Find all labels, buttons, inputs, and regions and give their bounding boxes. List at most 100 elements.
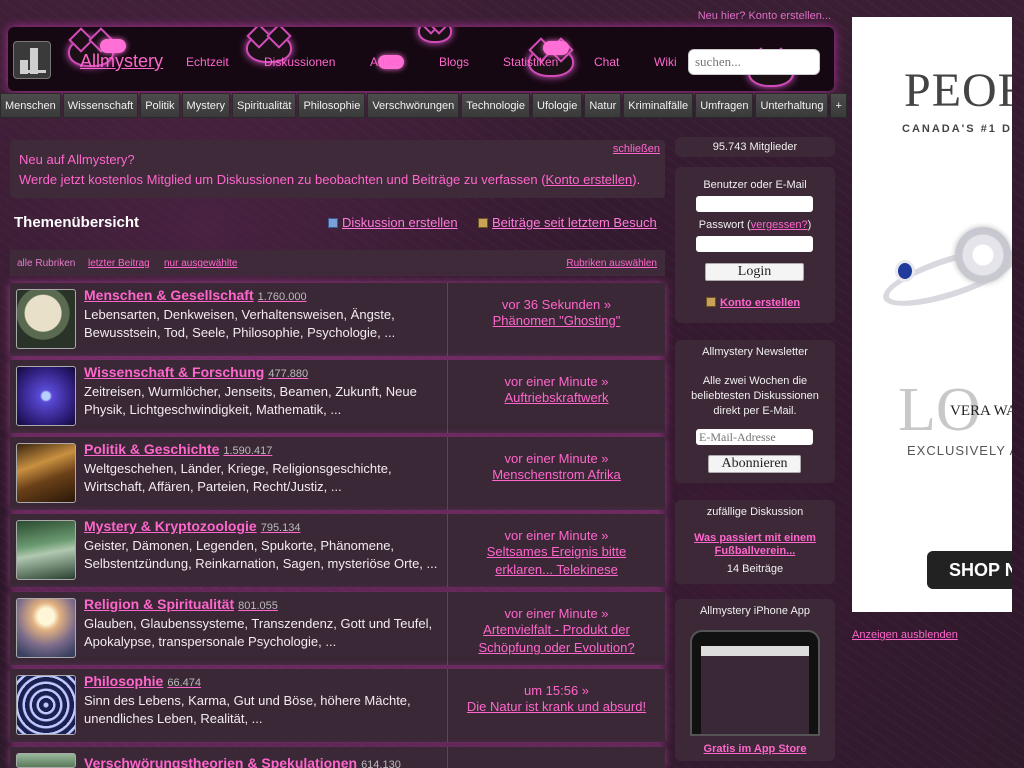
category-technologie[interactable]: Technologie [461,93,530,118]
rubric-thumbnail[interactable] [16,289,76,349]
newsletter-email-field[interactable] [696,429,813,445]
rubric-row: Menschen & Gesellschaft 1.760.000 Lebensa… [10,283,665,356]
iphone-image[interactable] [690,630,820,736]
posts-icon [478,218,488,228]
last-post-link[interactable]: Auftriebskraftwerk [448,389,665,407]
select-rubrics-link[interactable]: Rubriken auswählen [566,258,657,269]
last-post: vor 36 Sekunden » Phänomen "Ghosting" [448,283,665,356]
member-count: 95.743 Mitglieder [712,141,798,153]
kitty-decoration-icon [418,27,452,43]
sapphire-stone [898,263,912,279]
hide-ads-link[interactable]: Anzeigen ausblenden [852,629,958,641]
logo-icon[interactable] [13,41,51,79]
category-kriminalfaelle[interactable]: Kriminalfälle [623,93,694,118]
category-mystery[interactable]: Mystery [181,93,231,118]
rubric-description: Zeitreisen, Wurmlöcher, Jenseits, Beamen… [84,384,417,417]
nav-blogs[interactable]: Blogs [439,55,469,69]
rubric-description: Glauben, Glaubenssysteme, Transzendenz, … [84,616,433,649]
category-bar: Menschen Wissenschaft Politik Mystery Sp… [0,93,847,118]
rubric-thumbnail[interactable] [16,675,76,735]
nav-statistiken[interactable]: Statistiken [503,55,558,69]
category-more-button[interactable]: + [830,93,847,118]
rubric-row: Mystery & Kryptozoologie 795.134 Geister,… [10,514,665,587]
username-field[interactable] [696,196,813,212]
page-title: Themenübersicht [14,214,140,231]
category-ufologie[interactable]: Ufologie [532,93,583,118]
newsletter-text: Alle zwei Wochen die beliebtesten Diskus… [691,375,819,417]
rubric-thumbnail[interactable] [16,753,76,768]
app-store-link[interactable]: Gratis im App Store [675,743,835,755]
filter-only-selected[interactable]: nur ausgewählte [164,258,237,269]
last-post-link[interactable]: Die Natur ist krank und absurd! [448,698,665,716]
site-header: Allmystery Echtzeit Diskussionen Artikel… [8,27,834,91]
category-verschwoerungen[interactable]: Verschwörungen [367,93,460,118]
bow-decoration-icon [543,41,569,55]
last-post-link[interactable]: Artenvielfalt - Produkt der Schöpfung od… [448,621,665,657]
last-post-link[interactable]: Seltsames Ereignis bitte erklaren... Tel… [448,543,665,579]
rubric-thumbnail[interactable] [16,598,76,658]
filter-bar: alle Rubriken letzter Beitrag nur ausgew… [10,250,665,276]
ad-exclusive: EXCLUSIVELY A [907,443,1012,458]
rubric-title[interactable]: Menschen & Gesellschaft 1.760.000 [84,287,307,303]
search-input[interactable] [688,49,820,75]
rubric-title[interactable]: Wissenschaft & Forschung 477.880 [84,364,308,380]
rubric-description: Weltgeschehen, Länder, Kriege, Religions… [84,461,392,494]
notice-text: Werde jetzt kostenlos Mitglied um Diskus… [19,172,641,187]
category-spiritualitaet[interactable]: Spiritualität [232,93,297,118]
newsletter-box: Allmystery Newsletter Alle zwei Wochen d… [675,340,835,483]
advertisement[interactable]: PEOF CANADA'S #1 DIA LO VERA WA EXCLUSIV… [852,17,1012,612]
nav-echtzeit[interactable]: Echtzeit [186,55,229,69]
rubric-row: Religion & Spiritualität 801.055 Glauben,… [10,592,665,665]
category-menschen[interactable]: Menschen [0,93,61,118]
random-discussion-link[interactable]: Was passiert mit einem Fußballverein... [675,532,835,558]
nav-artikel[interactable]: Artikel [370,55,403,69]
last-post: vor einer Minute » Menschenstrom Afrika [448,437,665,510]
password-label: Passwort (vergessen?) [698,219,812,231]
username-label: Benutzer oder E-Mail [703,179,807,191]
last-post: vor einer Minute » Auftriebskraftwerk [448,360,665,433]
category-philosophie[interactable]: Philosophie [298,93,366,118]
member-count-box: 95.743 Mitglieder [675,137,835,157]
last-post-time: vor einer Minute » [504,374,609,389]
posts-since-last-visit-link[interactable]: Beiträge seit letztem Besuch [478,215,657,230]
rubric-title[interactable]: Verschwörungstheorien & Spekulationen 614… [84,755,401,768]
password-field[interactable] [696,236,813,252]
category-natur[interactable]: Natur [584,93,622,118]
account-icon [706,297,716,307]
nav-chat[interactable]: Chat [594,55,619,69]
category-wissenschaft[interactable]: Wissenschaft [62,93,139,118]
category-unterhaltung[interactable]: Unterhaltung [755,93,829,118]
site-logo[interactable]: Allmystery [80,51,163,72]
subscribe-button[interactable]: Abonnieren [708,455,801,473]
create-account-sidebar-link[interactable]: Konto erstellen [706,297,800,309]
forgot-password-link[interactable]: vergessen? [751,219,808,231]
last-post-time: vor einer Minute » [504,606,609,621]
notice-close-link[interactable]: schließen [613,143,660,155]
rubric-thumbnail[interactable] [16,366,76,426]
rubric-title[interactable]: Philosophie 66.474 [84,673,201,689]
notice-question: Neu auf Allmystery? [19,152,135,167]
rubric-title[interactable]: Mystery & Kryptozoologie 795.134 [84,518,300,534]
rubric-title[interactable]: Religion & Spiritualität 801.055 [84,596,278,612]
last-post: vor einer Minute » Seltsames Ereignis bi… [448,514,665,587]
filter-all-rubrics[interactable]: alle Rubriken [17,258,75,269]
top-bar: Neu hier? Konto erstellen... [0,0,840,28]
rubric-thumbnail[interactable] [16,520,76,580]
rubric-thumbnail[interactable] [16,443,76,503]
create-discussion-link[interactable]: Diskussion erstellen [328,215,458,230]
nav-diskussionen[interactable]: Diskussionen [264,55,335,69]
category-umfragen[interactable]: Umfragen [695,93,754,118]
nav-wiki[interactable]: Wiki [654,55,677,69]
last-post-link[interactable]: Menschenstrom Afrika [448,466,665,484]
ad-shop-button[interactable]: SHOP NO [927,551,1012,589]
rubric-title[interactable]: Politik & Geschichte 1.590.417 [84,441,272,457]
app-title: Allmystery iPhone App [699,605,811,617]
notice-create-account-link[interactable]: Konto erstellen [546,172,633,187]
login-button[interactable]: Login [705,263,804,281]
filter-last-post[interactable]: letzter Beitrag [88,258,150,269]
rubric-description: Sinn des Lebens, Karma, Gut und Böse, hö… [84,693,411,726]
category-politik[interactable]: Politik [140,93,180,118]
create-account-link[interactable]: Neu hier? Konto erstellen... [698,10,831,22]
last-post-link[interactable]: Phänomen "Ghosting" [448,312,665,330]
diamond-stone [955,227,1011,283]
